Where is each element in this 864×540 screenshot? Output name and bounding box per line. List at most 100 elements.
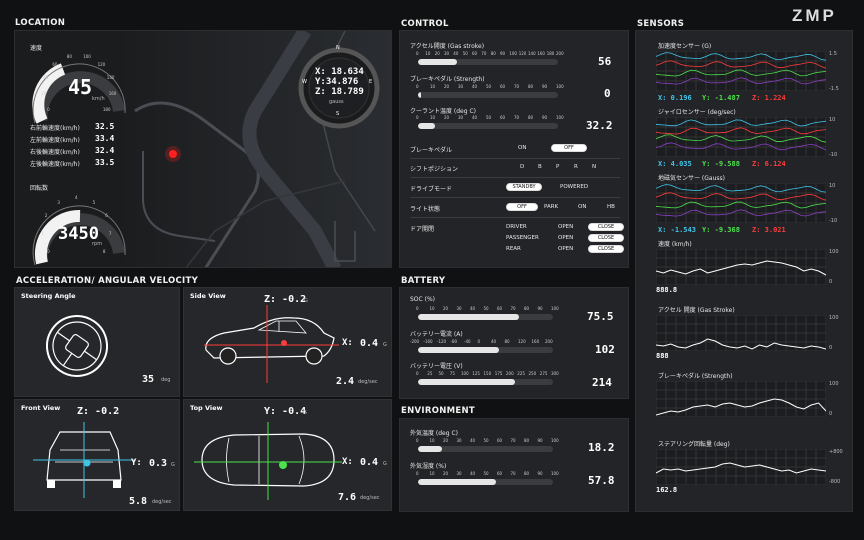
top-x-value: 0.4: [360, 457, 379, 468]
gauge-tick-label: 8: [102, 248, 106, 254]
bar-tick-label: 80: [504, 339, 510, 344]
current-bar: [418, 347, 553, 353]
bar-tick-label: 80: [528, 84, 534, 89]
bar-tick-label: 70: [514, 84, 520, 89]
gauge-tick-label: 20: [41, 91, 47, 97]
bar-tick-label: 225: [517, 371, 525, 376]
shift-option-p[interactable]: P: [556, 164, 559, 170]
control-panel: アクセル開度 (Gas stroke) 0 10 20 30 40 50 60 70 80 90 1…: [399, 30, 629, 268]
speed-label: 速度 (km/h): [658, 241, 692, 248]
bar-tick-label: 60: [500, 84, 506, 89]
accel-ymin: -1.5: [829, 86, 839, 92]
shift-option-n[interactable]: N: [592, 164, 596, 170]
bar-tick-label: 125: [472, 371, 480, 376]
drive-powered-option[interactable]: POWERED: [560, 184, 588, 190]
bar-tick-label: 10: [430, 115, 436, 120]
wheel-speed-label: 右前輪速度(km/h): [30, 125, 80, 132]
gauge-tick-label: 0: [47, 106, 50, 112]
door-close-button[interactable]: CLOSE: [588, 223, 624, 231]
speed-value: 45: [68, 75, 93, 99]
coolant-label: クーラント温度 (deg C): [410, 108, 476, 115]
shift-option-b[interactable]: B: [538, 164, 542, 170]
rpm-unit: rpm: [92, 241, 103, 247]
shift-option-r[interactable]: R: [574, 164, 578, 170]
bar-tick-label: 20: [443, 471, 449, 476]
bar-tick-label: 250: [528, 371, 537, 376]
wheel-speed-value: 33.5: [95, 158, 115, 167]
outtemp-label: 外気温度 (deg C): [410, 430, 458, 437]
steer-ymin: -800: [829, 479, 841, 485]
voltage-label: バッテリー電圧 (V): [410, 363, 463, 370]
bar-tick-label: 80: [524, 438, 530, 443]
side-z-unit: G: [304, 298, 308, 304]
side-rate: 2.4: [336, 376, 355, 387]
mag-ymax: 10: [829, 183, 836, 189]
light-park-option[interactable]: PARK: [544, 204, 558, 210]
humidity-bar: [418, 479, 553, 485]
light-on-option[interactable]: ON: [578, 204, 586, 210]
gauge-tick-label: 6: [105, 213, 108, 219]
door-state: OPEN: [558, 224, 574, 230]
wheel-speed-value: 32.4: [95, 146, 115, 155]
steer-label: ステアリング回転量 (deg): [658, 441, 730, 448]
bar-tick-label: 0: [416, 115, 419, 120]
gauge-tick-label: 180: [102, 106, 111, 112]
bar-tick-label: 20: [444, 84, 450, 89]
bar-tick-label: 160: [531, 339, 540, 344]
brakepedal-plot: [656, 381, 826, 417]
gauge-tick-label: 80: [66, 54, 72, 59]
bar-tick-label: 0: [416, 84, 419, 89]
steering-wheel-graphic: [46, 315, 108, 377]
accelpedal-ymin: 0: [829, 345, 833, 351]
bar-tick-label: 200: [545, 339, 553, 344]
bar-tick-label: 30: [456, 438, 462, 443]
bar-tick-label: 30: [456, 471, 462, 476]
bar-tick-label: 100: [556, 115, 564, 120]
sensors-panel: 加速度センサー (G) 1.5 -1.5 X: 0.196 Y: -1.487 Z: 1.…: [635, 30, 853, 512]
accelpedal-value: 888: [656, 352, 669, 360]
bar-tick-label: 90: [537, 471, 543, 476]
bar-tick-label: 30: [444, 51, 450, 56]
bar-tick-label: -40: [464, 339, 471, 344]
door-close-button[interactable]: CLOSE: [588, 245, 624, 253]
bar-tick-label: 100: [461, 371, 469, 376]
steering-value: 35: [142, 374, 155, 385]
brake-pedal-on[interactable]: ON: [518, 145, 526, 151]
door-close-button[interactable]: CLOSE: [588, 234, 624, 242]
front-y-label: Y:: [131, 458, 142, 468]
top-y-unit: G: [303, 410, 307, 416]
bar-tick-label: 90: [542, 115, 548, 120]
bar-tick-label: 25: [427, 371, 433, 376]
compass-y: Y:34.876: [315, 77, 359, 87]
compass-n: N: [336, 45, 340, 51]
bar-tick-label: 50: [483, 306, 489, 311]
mag-x: X: -1.543: [658, 226, 696, 234]
accel-x: X: 0.196: [658, 94, 692, 102]
bar-tick-label: 180: [546, 51, 555, 56]
top-view-panel: Top View Y: -0.4 G X: 0.4 G 7.6 deg/sec: [183, 399, 392, 511]
bar-tick-label: 40: [472, 115, 478, 120]
brakepedal-ymin: 0: [829, 411, 833, 417]
drive-standby-toggle[interactable]: STANDBY: [506, 183, 542, 191]
accel-y: Y: -1.487: [702, 94, 740, 102]
bar-tick-label: 50: [462, 51, 468, 56]
accel-stroke-label: アクセル開度 (Gas stroke): [410, 43, 485, 50]
bar-tick-label: 10: [429, 471, 435, 476]
bar-tick-label: 20: [434, 51, 440, 56]
light-off-toggle[interactable]: OFF: [506, 203, 538, 211]
side-z: Z: -0.2: [264, 294, 307, 305]
bar-tick-label: 70: [510, 306, 516, 311]
shift-option-d[interactable]: D: [520, 164, 524, 170]
brake-strength-bar: [418, 92, 558, 98]
door-name: REAR: [506, 246, 521, 252]
bar-tick-label: 300: [551, 371, 559, 376]
brake-pedal-off-toggle[interactable]: OFF: [551, 144, 587, 152]
voltage-bar: [418, 379, 553, 385]
accel-ymax: 1.5: [829, 51, 837, 57]
bar-tick-label: -80: [450, 339, 458, 344]
gauge-tick-label: 0: [47, 248, 50, 254]
light-hb-option[interactable]: HB: [607, 204, 615, 210]
gauge-tick-label: 40: [43, 75, 49, 81]
current-value: 102: [595, 343, 615, 356]
bar-tick-label: 40: [491, 339, 497, 344]
